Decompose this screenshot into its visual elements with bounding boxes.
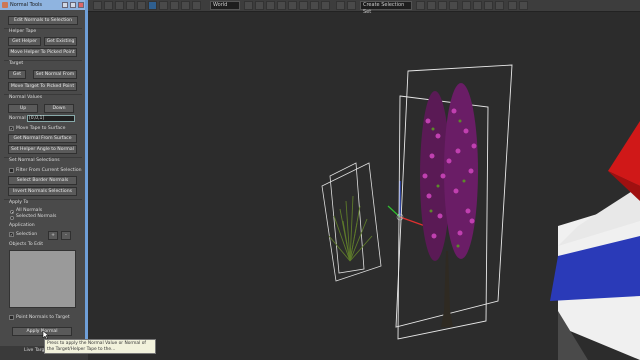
main-toolbar: World Create Selection Set: [0, 0, 640, 15]
undo-icon[interactable]: [93, 1, 102, 10]
percent-snap-icon[interactable]: [299, 1, 308, 10]
filter-label: Filter From Current Selection: [16, 168, 82, 173]
selected-normals-label: Selected Normals: [16, 214, 57, 219]
spinner-snap-icon[interactable]: [310, 1, 319, 10]
link-icon[interactable]: [115, 1, 124, 10]
add-object-button[interactable]: +: [48, 231, 58, 240]
bind-icon[interactable]: [137, 1, 146, 10]
down-button[interactable]: Down: [44, 104, 74, 113]
striped-cone-object[interactable]: [550, 121, 640, 360]
move-tape-checkbox[interactable]: ✓: [9, 126, 14, 131]
remove-object-button[interactable]: -: [61, 231, 71, 240]
normal-label: Normal: [9, 116, 26, 121]
up-button[interactable]: Up: [8, 104, 38, 113]
minimize-icon[interactable]: [62, 2, 68, 8]
snaps-toggle-icon[interactable]: [277, 1, 286, 10]
objects-to-edit-heading: Objects To Edit: [9, 242, 44, 247]
edit-normals-button[interactable]: Edit Normals to Selection: [8, 16, 78, 25]
viewport-scene: [321, 64, 640, 360]
select-manipulate-icon[interactable]: [255, 1, 264, 10]
3d-viewport[interactable]: [88, 11, 640, 360]
select-rotate-icon[interactable]: [181, 1, 190, 10]
curve-editor-icon[interactable]: [438, 1, 447, 10]
edit-named-selection-icon[interactable]: [321, 1, 330, 10]
get-target-button[interactable]: Get: [8, 70, 26, 79]
render-production-icon[interactable]: [495, 1, 504, 10]
render-setup-icon[interactable]: [473, 1, 482, 10]
reference-coordinate-dropdown[interactable]: World: [210, 1, 240, 10]
all-normals-radio[interactable]: [10, 210, 14, 214]
move-tape-label: Move Tape to Surface: [16, 126, 66, 131]
flower-plant-trunk: [441, 251, 453, 327]
selected-normals-radio[interactable]: [10, 216, 14, 220]
angle-snap-icon[interactable]: [288, 1, 297, 10]
graphite-tools-icon[interactable]: [427, 1, 436, 10]
application-heading: Application: [9, 223, 35, 228]
mirror-icon[interactable]: [336, 1, 345, 10]
close-icon[interactable]: [78, 2, 84, 8]
objects-to-edit-list[interactable]: [9, 250, 76, 308]
target-heading: Target: [9, 61, 24, 66]
schematic-view-icon[interactable]: [449, 1, 458, 10]
material-editor-icon[interactable]: [462, 1, 471, 10]
panel-title: Normal Tools: [10, 2, 42, 8]
select-move-icon[interactable]: [170, 1, 179, 10]
layer-manager-icon[interactable]: [416, 1, 425, 10]
get-existing-button[interactable]: Get Existing: [44, 37, 77, 46]
select-scale-icon[interactable]: [192, 1, 201, 10]
mouse-cursor-icon: [42, 330, 50, 340]
selection-label: Selection: [16, 232, 38, 237]
move-helper-button[interactable]: Move Helper To Picked Point: [8, 48, 77, 57]
point-normals-label: Point Normals to Target: [16, 315, 70, 320]
move-target-button[interactable]: Move Target To Picked Point: [8, 82, 77, 91]
named-selection-sets-dropdown[interactable]: Create Selection Set: [360, 1, 412, 15]
all-normals-label: All Normals: [16, 208, 43, 213]
apply-to-heading: Apply To: [9, 200, 29, 205]
small-plant-leaves: [328, 195, 373, 262]
select-by-name-icon[interactable]: [159, 1, 168, 10]
select-object-icon[interactable]: [148, 1, 157, 10]
normal-values-heading: Normal Values: [9, 95, 43, 100]
tooltip: Press to apply the Normal Value or Norma…: [44, 339, 156, 354]
point-normals-checkbox[interactable]: [9, 315, 14, 320]
set-normal-selections-heading: Set Normal Selections: [9, 158, 60, 163]
helper-tape-heading: Helper Tape: [9, 29, 37, 34]
align-icon[interactable]: [347, 1, 356, 10]
small-plant-object[interactable]: [321, 162, 382, 282]
keyboard-shortcut-icon[interactable]: [266, 1, 275, 10]
activeshade-icon[interactable]: [519, 1, 528, 10]
set-helper-angle-button[interactable]: Set Helper Angle to Normal: [8, 145, 77, 154]
normal-value-field[interactable]: [0,0,1]: [27, 115, 75, 122]
select-border-normals-button[interactable]: Select Border Normals: [8, 176, 77, 185]
pivot-icon[interactable]: [244, 1, 253, 10]
redo-icon[interactable]: [104, 1, 113, 10]
flower-plant-object[interactable]: [395, 64, 513, 340]
set-normal-from-button[interactable]: Set Normal From: [33, 70, 77, 79]
panel-titlebar[interactable]: Normal Tools: [0, 0, 85, 10]
maximize-icon[interactable]: [70, 2, 76, 8]
selection-checkbox[interactable]: ✓: [9, 232, 14, 237]
render-iterative-icon[interactable]: [508, 1, 517, 10]
invert-selection-button[interactable]: Invert Normals Selections: [8, 187, 77, 196]
unlink-icon[interactable]: [126, 1, 135, 10]
get-normal-from-surface-button[interactable]: Get Normal From Surface: [8, 134, 77, 143]
rendered-frame-window-icon[interactable]: [484, 1, 493, 10]
normal-tools-panel: Normal Tools Edit Normals to Selection H…: [0, 0, 88, 360]
app-icon: [2, 2, 8, 8]
get-helper-button[interactable]: Get Helper: [8, 37, 41, 46]
filter-checkbox[interactable]: [9, 168, 14, 173]
